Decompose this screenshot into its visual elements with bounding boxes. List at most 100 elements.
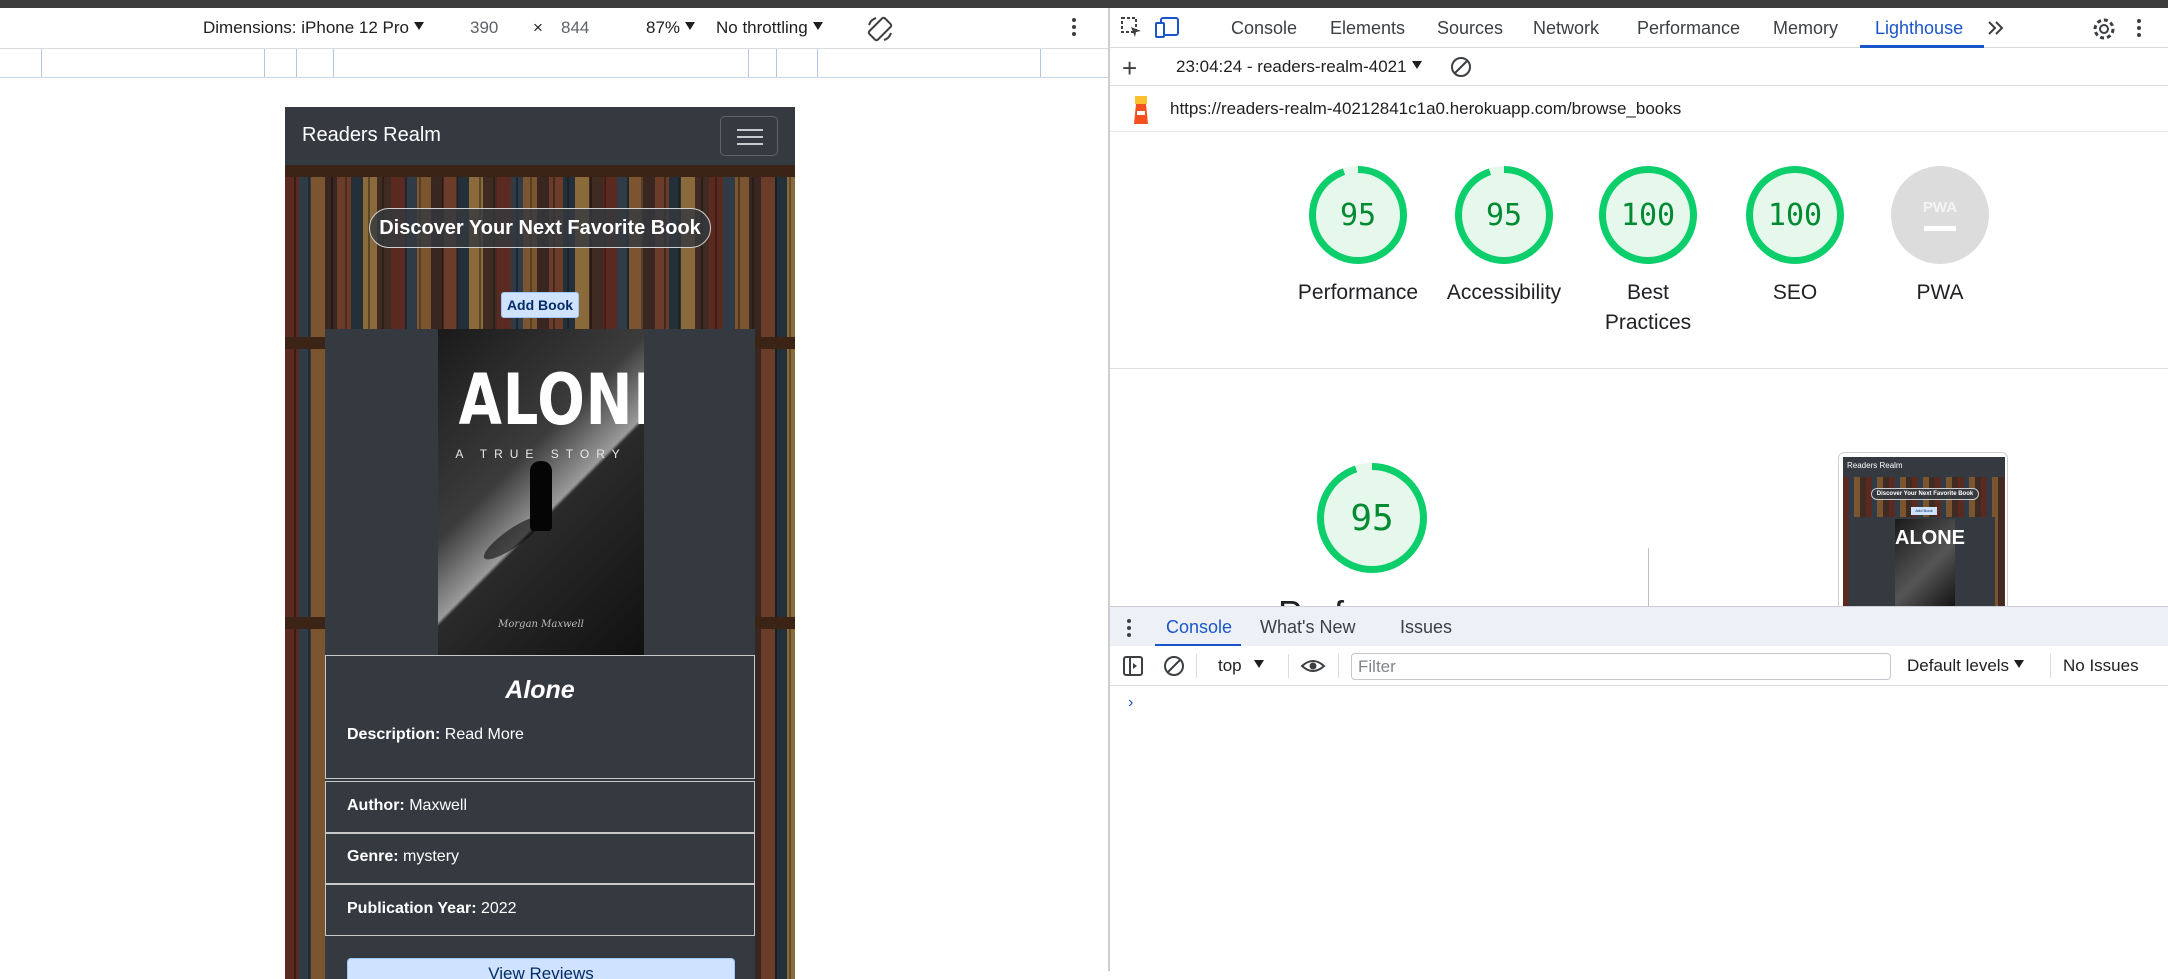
lighthouse-logo-icon bbox=[1130, 94, 1152, 131]
toolbar-separator bbox=[1338, 654, 1339, 678]
dimension-separator: × bbox=[533, 18, 543, 37]
cover-title: ALONE bbox=[458, 359, 644, 441]
rotate-icon[interactable] bbox=[866, 15, 894, 48]
score-label: Best Practices bbox=[1604, 281, 1692, 334]
site-navbar: Readers Realm bbox=[285, 107, 795, 165]
score-gauge-performance[interactable]: 95 Performance bbox=[1283, 166, 1433, 308]
emulated-device-viewport: Readers Realm Discover Your Next Favorit… bbox=[285, 107, 795, 979]
score-gauge-accessibility[interactable]: 95 Accessibility bbox=[1429, 166, 1579, 308]
score-label: Accessibility bbox=[1446, 281, 1562, 304]
more-options-icon[interactable] bbox=[1071, 16, 1077, 43]
book-cover-image: ALONE A TRUE STORY Morgan Maxwell bbox=[438, 329, 644, 655]
book-title-box: Alone Description: Read More bbox=[325, 655, 755, 779]
chevron-down-icon bbox=[812, 22, 823, 30]
tab-performance[interactable]: Performance bbox=[1637, 18, 1740, 39]
tab-console[interactable]: Console bbox=[1231, 18, 1297, 39]
console-filter-input[interactable]: Filter bbox=[1351, 653, 1891, 680]
device-height-input[interactable]: 844 bbox=[561, 18, 589, 38]
performance-detail-gauge: 95 bbox=[1317, 463, 1427, 573]
settings-gear-icon[interactable] bbox=[2091, 16, 2117, 42]
view-reviews-button[interactable]: View Reviews bbox=[347, 958, 735, 979]
ruler-segment bbox=[748, 49, 749, 77]
cover-subtitle: A TRUE STORY bbox=[455, 447, 627, 461]
tab-elements[interactable]: Elements bbox=[1330, 18, 1405, 39]
score-label: Performance bbox=[1297, 281, 1419, 304]
toolbar-separator bbox=[1288, 654, 1289, 678]
chevron-down-icon bbox=[1411, 61, 1422, 69]
media-query-ruler[interactable] bbox=[0, 48, 1108, 78]
devtools-menu-icon[interactable] bbox=[2136, 17, 2162, 43]
issues-counter[interactable]: No Issues bbox=[2063, 656, 2139, 676]
description-label: Description: bbox=[347, 726, 441, 743]
report-url[interactable]: https://readers-realm-40212841c1a0.herok… bbox=[1170, 99, 1681, 119]
ruler-segment bbox=[41, 49, 42, 77]
section-divider bbox=[1110, 368, 2168, 369]
score-gauge-pwa[interactable]: PWA PWA bbox=[1865, 166, 2015, 308]
score-gauge-seo[interactable]: 100 SEO bbox=[1720, 166, 1870, 308]
genre-row: Genre: mystery bbox=[325, 833, 755, 884]
add-book-button[interactable]: Add Book bbox=[501, 292, 579, 318]
thumb-navbar: Readers Realm bbox=[1843, 457, 2005, 477]
drawer-menu-icon[interactable] bbox=[1126, 617, 1132, 644]
score-value: 95 bbox=[1316, 173, 1400, 257]
year-value: 2022 bbox=[480, 900, 517, 917]
sidebar-toggle-icon[interactable] bbox=[1122, 655, 1144, 682]
clear-reports-icon[interactable] bbox=[1450, 56, 1472, 83]
drawer-tab-console[interactable]: Console bbox=[1166, 617, 1232, 638]
site-brand[interactable]: Readers Realm bbox=[302, 124, 441, 147]
context-select[interactable]: top bbox=[1218, 656, 1264, 676]
read-more-link[interactable]: Read More bbox=[445, 726, 524, 743]
score-gauge-best-practices[interactable]: 100 Best Practices bbox=[1573, 166, 1723, 338]
report-url-bar: https://readers-realm-40212841c1a0.herok… bbox=[1110, 86, 2168, 132]
device-width-input[interactable]: 390 bbox=[470, 18, 498, 38]
year-label: Publication Year: bbox=[347, 900, 477, 917]
tab-network[interactable]: Network bbox=[1533, 18, 1599, 39]
device-emulation-pane: Dimensions: iPhone 12 Pro 390 × 844 87% … bbox=[0, 8, 1108, 979]
ruler-segment bbox=[296, 49, 297, 77]
tab-memory[interactable]: Memory bbox=[1773, 18, 1838, 39]
ruler-segment bbox=[333, 49, 334, 77]
toolbar-separator bbox=[2050, 654, 2051, 678]
device-toolbar: Dimensions: iPhone 12 Pro 390 × 844 87% … bbox=[0, 8, 1108, 48]
device-dimensions-select[interactable]: Dimensions: iPhone 12 Pro bbox=[203, 18, 425, 38]
final-screenshot-thumbnail[interactable]: Readers Realm Discover Your Next Favorit… bbox=[1838, 452, 2008, 612]
tab-sources[interactable]: Sources bbox=[1437, 18, 1503, 39]
ruler-segment bbox=[817, 49, 818, 77]
chevron-down-icon bbox=[685, 22, 696, 30]
devtools-panel: Console Elements Sources Network Perform… bbox=[1110, 8, 2168, 971]
log-levels-select[interactable]: Default levels bbox=[1907, 656, 2025, 676]
score-ring: 95 bbox=[1309, 166, 1407, 264]
live-expression-eye-icon[interactable] bbox=[1300, 656, 1326, 681]
genre-label: Genre: bbox=[347, 848, 399, 865]
thumb-add-book: Add Book bbox=[1911, 507, 1937, 515]
zoom-select[interactable]: 87% bbox=[646, 18, 696, 38]
tab-lighthouse[interactable]: Lighthouse bbox=[1875, 18, 1963, 39]
navbar-toggler-button[interactable] bbox=[720, 116, 778, 156]
drawer-tab-whats-new[interactable]: What's New bbox=[1260, 617, 1355, 638]
author-row: Author: Maxwell bbox=[325, 781, 755, 833]
drawer-tab-issues[interactable]: Issues bbox=[1400, 617, 1452, 638]
description-row: Description: Read More bbox=[347, 726, 524, 744]
thumb-cover: ALONE bbox=[1895, 519, 1965, 609]
chevron-down-icon bbox=[2014, 660, 2025, 668]
author-value: Maxwell bbox=[409, 797, 468, 814]
book-title: Alone bbox=[505, 676, 575, 704]
console-prompt-icon[interactable]: › bbox=[1128, 694, 1133, 712]
console-toolbar: top Filter Default levels No Issues bbox=[1110, 646, 2168, 686]
more-tabs-chevron-icon[interactable] bbox=[1986, 18, 2012, 44]
inspect-element-icon[interactable] bbox=[1120, 16, 1146, 42]
detail-score-value: 95 bbox=[1324, 470, 1420, 566]
shelf-divider bbox=[285, 165, 795, 177]
clear-console-icon[interactable] bbox=[1163, 655, 1185, 682]
new-report-plus-icon[interactable]: + bbox=[1122, 53, 1137, 84]
score-value: 100 bbox=[1753, 173, 1837, 257]
report-select[interactable]: 23:04:24 - readers-realm-4021 bbox=[1176, 57, 1422, 77]
hamburger-icon bbox=[737, 129, 763, 131]
chevron-down-icon bbox=[414, 22, 425, 30]
drawer-tabbar: Console What's New Issues bbox=[1110, 606, 2168, 647]
toolbar-separator bbox=[1196, 654, 1197, 678]
throttling-select[interactable]: No throttling bbox=[716, 18, 823, 38]
device-toolbar-icon[interactable] bbox=[1154, 16, 1180, 42]
cover-figure bbox=[530, 461, 552, 531]
author-label: Author: bbox=[347, 797, 405, 814]
